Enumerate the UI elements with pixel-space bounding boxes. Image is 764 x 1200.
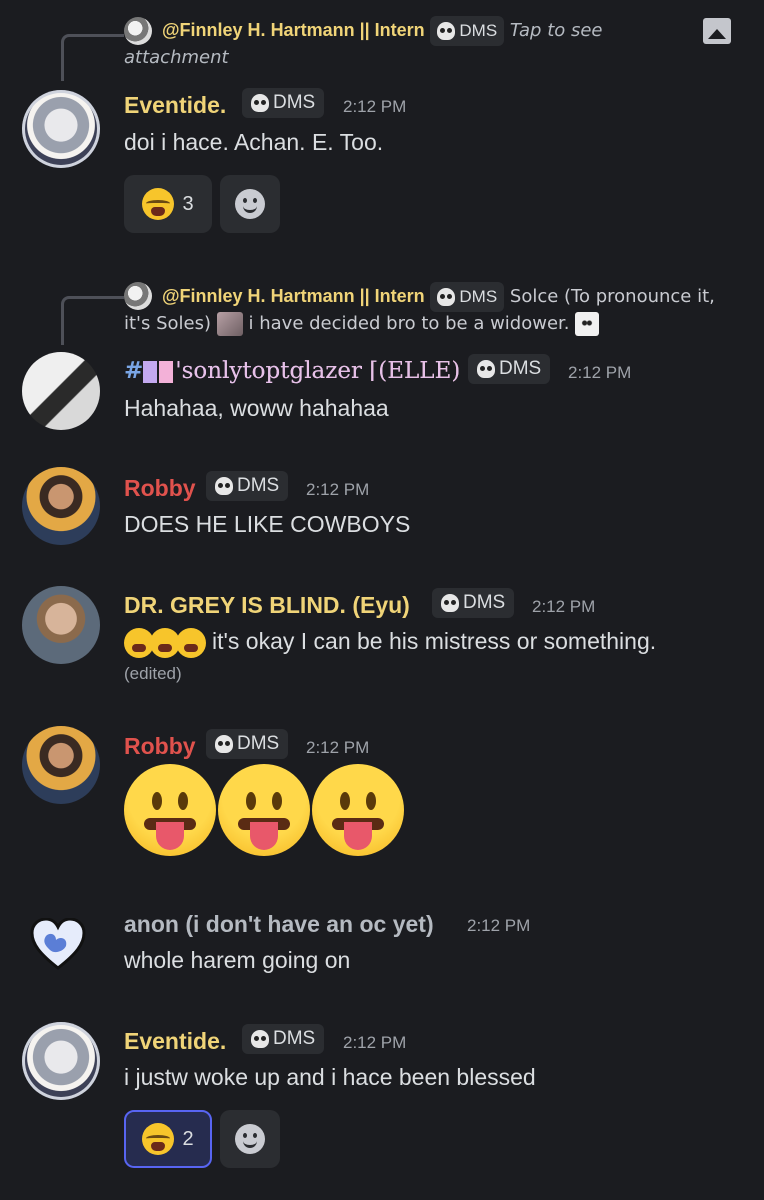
timestamp[interactable]: 2:12 PM — [343, 1028, 406, 1058]
author-name[interactable]: Eventide. — [124, 90, 226, 120]
skull-icon — [437, 288, 456, 306]
add-reaction-smile-icon — [235, 1124, 265, 1154]
timestamp[interactable]: 2:12 PM — [306, 733, 369, 763]
add-reaction-smile-icon — [235, 189, 265, 219]
reply-attachment-text-2: attachment — [124, 47, 229, 68]
skull-icon — [215, 477, 233, 495]
loudly-crying-emoji — [142, 1123, 175, 1155]
message-content: it's okay I can be his mistress or somet… — [124, 626, 656, 658]
reply-connector — [61, 34, 124, 81]
timestamp[interactable]: 2:12 PM — [343, 92, 406, 122]
inline-skull-emoji — [575, 312, 600, 336]
edited-label: (edited) — [124, 664, 182, 683]
role-tag: DMS — [468, 354, 551, 384]
add-reaction-button[interactable] — [220, 1110, 280, 1168]
avatar[interactable] — [30, 918, 86, 970]
reply-tag: DMS — [430, 16, 505, 46]
image-icon[interactable] — [703, 18, 731, 44]
message-content: Hahahaa, woww hahahaa — [124, 395, 389, 421]
reply-text-2: it's Soles) i have decided bro to be a w… — [124, 310, 600, 338]
loudly-crying-emoji — [142, 188, 175, 220]
avatar[interactable] — [22, 90, 100, 168]
reaction-count: 2 — [182, 1127, 194, 1150]
reply-text: Solce (To pronounce it, — [509, 286, 715, 307]
timestamp[interactable]: 2:12 PM — [306, 475, 369, 505]
message-content: DOES HE LIKE COWBOYS — [124, 511, 411, 537]
reply-preview[interactable]: @Finnley H. Hartmann || Intern DMS Solce… — [162, 282, 752, 312]
role-tag: DMS — [242, 1024, 325, 1054]
avatar[interactable] — [22, 1022, 100, 1100]
author-name[interactable]: anon (i don't have an oc yet) — [124, 909, 434, 939]
inline-image-emoji — [216, 312, 243, 336]
skull-icon — [477, 360, 495, 378]
reply-connector — [61, 296, 124, 345]
skull-icon — [215, 735, 233, 753]
author-name[interactable]: Eventide. — [124, 1026, 226, 1056]
author-name[interactable]: DR. GREY IS BLIND. (Eyu) — [124, 590, 410, 620]
reply-author[interactable]: @Finnley H. Hartmann || Intern — [162, 20, 425, 40]
reply-author[interactable]: @Finnley H. Hartmann || Intern — [162, 286, 425, 306]
avatar[interactable] — [22, 467, 100, 545]
message-content: whole harem going on — [124, 947, 351, 973]
role-tag: DMS — [206, 729, 289, 759]
face-with-tongue-emoji — [218, 764, 310, 856]
reply-avatar[interactable] — [124, 282, 152, 310]
reaction-count: 3 — [182, 192, 194, 215]
skull-icon — [437, 22, 456, 40]
reaction-cry[interactable]: 3 — [124, 175, 212, 233]
message-content: doi i hace. Achan. E. Too. — [124, 129, 384, 155]
reply-preview[interactable]: @Finnley H. Hartmann || Intern DMS Tap t… — [162, 16, 702, 46]
avatar[interactable] — [22, 586, 100, 664]
skull-icon — [251, 1030, 269, 1048]
timestamp[interactable]: 2:12 PM — [568, 358, 631, 388]
avatar[interactable] — [22, 726, 100, 804]
role-tag: DMS — [242, 88, 325, 118]
role-tag: DMS — [206, 471, 289, 501]
skull-icon — [441, 594, 459, 612]
reply-attachment-text: Tap to see — [509, 20, 603, 41]
author-name[interactable]: Robby — [124, 473, 196, 503]
add-reaction-button[interactable] — [220, 175, 280, 233]
reply-avatar[interactable] — [124, 17, 152, 45]
face-with-tongue-emoji — [124, 764, 216, 856]
reply-tag: DMS — [430, 282, 505, 312]
author-name[interactable]: #'sonlytoptglazer ⌈(ELLE) — [124, 356, 460, 386]
role-tag: DMS — [432, 588, 515, 618]
reaction-cry[interactable]: 2 — [124, 1110, 212, 1168]
face-with-tongue-emoji — [312, 764, 404, 856]
author-name[interactable]: Robby — [124, 731, 196, 761]
avatar[interactable] — [22, 352, 100, 430]
skull-icon — [251, 94, 269, 112]
timestamp[interactable]: 2:12 PM — [532, 592, 595, 622]
loudly-crying-emoji — [176, 627, 206, 658]
message-content: i justw woke up and i hace been blessed — [124, 1064, 536, 1090]
timestamp[interactable]: 2:12 PM — [467, 911, 530, 941]
